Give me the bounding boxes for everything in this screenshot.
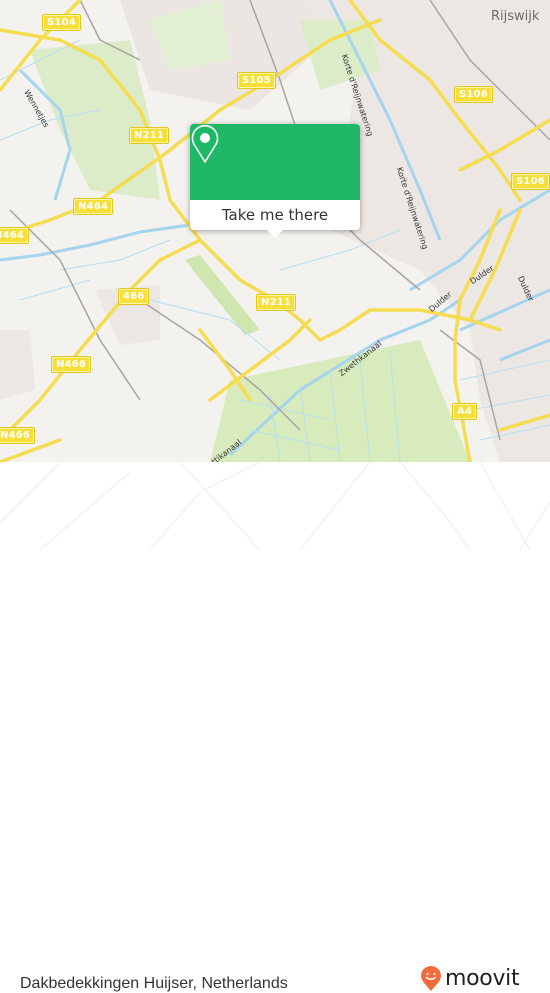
road-shield: N464	[72, 198, 114, 215]
road-shield: S105	[237, 72, 276, 89]
road-shield: 466	[117, 288, 150, 305]
road-shield: S106	[511, 173, 550, 190]
location-pin-icon	[191, 124, 219, 163]
road-shield: A4	[451, 403, 478, 420]
popup-header	[190, 124, 360, 200]
place-name: Dakbedekkingen Huijser, Netherlands	[20, 975, 288, 992]
road-shield: N211	[128, 127, 170, 144]
footer: Dakbedekkingen Huijser, Netherlands moov…	[0, 462, 550, 992]
road-shield: S106	[454, 86, 493, 103]
moovit-pin-icon	[421, 966, 441, 991]
popup-pointer	[266, 229, 284, 238]
road-shield: N466	[0, 427, 36, 444]
destination-popup: Take me there	[190, 124, 360, 238]
moovit-logo[interactable]: moovit	[420, 966, 520, 992]
road-shield: N466	[50, 356, 92, 373]
take-me-there-button[interactable]: Take me there	[190, 200, 360, 230]
brand-name: moovit	[445, 966, 520, 991]
place-label: Rijswijk	[491, 9, 540, 24]
road-shield: S104	[42, 14, 81, 31]
road-shield: N211	[255, 294, 297, 311]
map[interactable]: Rijswijk S104 S105 S106 S106 N211 N211 N…	[0, 0, 550, 462]
road-shield: N464	[0, 227, 30, 244]
footer-pattern	[0, 462, 550, 550]
